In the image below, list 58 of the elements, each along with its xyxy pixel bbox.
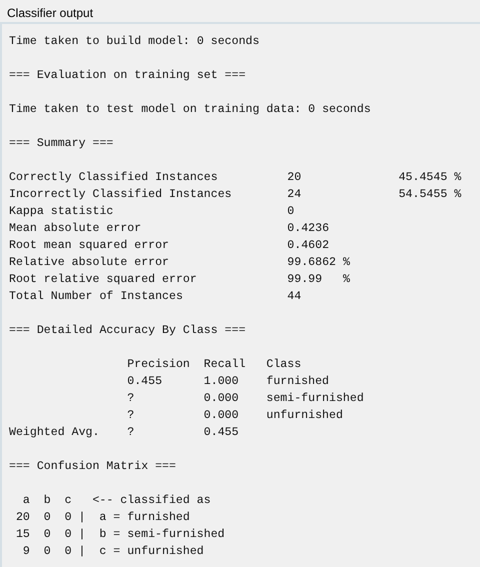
table-cell-text: ?: [127, 408, 136, 424]
metric-label: Mean absolute error: [9, 221, 142, 237]
matrix-count: 0: [42, 527, 51, 543]
matrix-row-label: c = unfurnished: [99, 544, 205, 560]
metric-label: Correctly Classified Instances: [9, 170, 219, 186]
metric-value: 44: [287, 289, 302, 305]
output-line: Time taken to build model: 0 seconds: [9, 34, 260, 50]
metric-percent: 54.5455 %: [398, 187, 462, 203]
table-cell-text: 0.000: [204, 408, 240, 424]
matrix-caption: <-- classified as: [92, 493, 212, 509]
output-line: Time taken to test model on training data: 0 seconds: [9, 102, 372, 118]
matrix-count: 0: [64, 527, 72, 543]
row-label: Weighted Avg.: [9, 425, 100, 441]
table-cell-text: 0.455: [204, 425, 240, 441]
table-cell-text: unfurnished: [266, 408, 344, 424]
metric-value: 0: [287, 204, 296, 220]
matrix-column-header: b: [42, 493, 51, 509]
column-header: Recall: [204, 357, 247, 373]
matrix-column-header: a: [22, 493, 30, 509]
matrix-count: 0: [64, 510, 72, 526]
matrix-separator: |: [78, 527, 86, 543]
metric-label: Root mean squared error: [9, 238, 170, 254]
table-cell-text: 0.455: [127, 374, 164, 390]
metric-value: 0.4236: [287, 221, 330, 237]
metric-value: 20: [287, 170, 302, 186]
table-cell-text: 1.000: [204, 374, 240, 390]
column-header: Class: [266, 357, 302, 373]
metric-label: Root relative squared error: [9, 272, 198, 288]
section-heading: === Evaluation on training set ===: [9, 68, 247, 84]
metric-label: Relative absolute error: [9, 255, 170, 271]
section-heading: === Confusion Matrix ===: [9, 459, 177, 475]
metric-value: 99.6862 %: [287, 255, 351, 271]
matrix-count: 15: [14, 527, 30, 543]
matrix-row-label: a = furnished: [99, 510, 191, 526]
matrix-count: 0: [42, 510, 51, 526]
table-cell-text: ?: [127, 425, 136, 441]
metric-value: 0.4602: [287, 238, 330, 254]
matrix-separator: |: [78, 510, 86, 526]
metric-label: Incorrectly Classified Instances: [9, 187, 233, 203]
matrix-count: 9: [22, 544, 30, 560]
metric-label: Kappa statistic: [9, 204, 114, 220]
table-cell-text: 0.000: [204, 391, 240, 407]
matrix-count: 0: [42, 544, 51, 560]
table-cell-text: ?: [127, 391, 136, 407]
matrix-column-header: c: [64, 493, 72, 509]
section-heading: === Detailed Accuracy By Class ===: [9, 323, 247, 339]
table-cell-text: semi-furnished: [266, 391, 365, 407]
metric-value: 24: [287, 187, 302, 203]
column-header: Precision: [127, 357, 191, 373]
matrix-count: 0: [64, 544, 72, 560]
table-cell-text: furnished: [266, 374, 330, 390]
metric-percent: 45.4545 %: [398, 170, 462, 186]
matrix-row-label: b = semi-furnished: [99, 527, 226, 543]
metric-label: Total Number of Instances: [9, 289, 184, 305]
metric-value: 99.99 %: [287, 272, 351, 288]
section-heading: === Summary ===: [9, 136, 114, 152]
matrix-separator: |: [78, 544, 86, 560]
matrix-count: 20: [14, 510, 30, 526]
